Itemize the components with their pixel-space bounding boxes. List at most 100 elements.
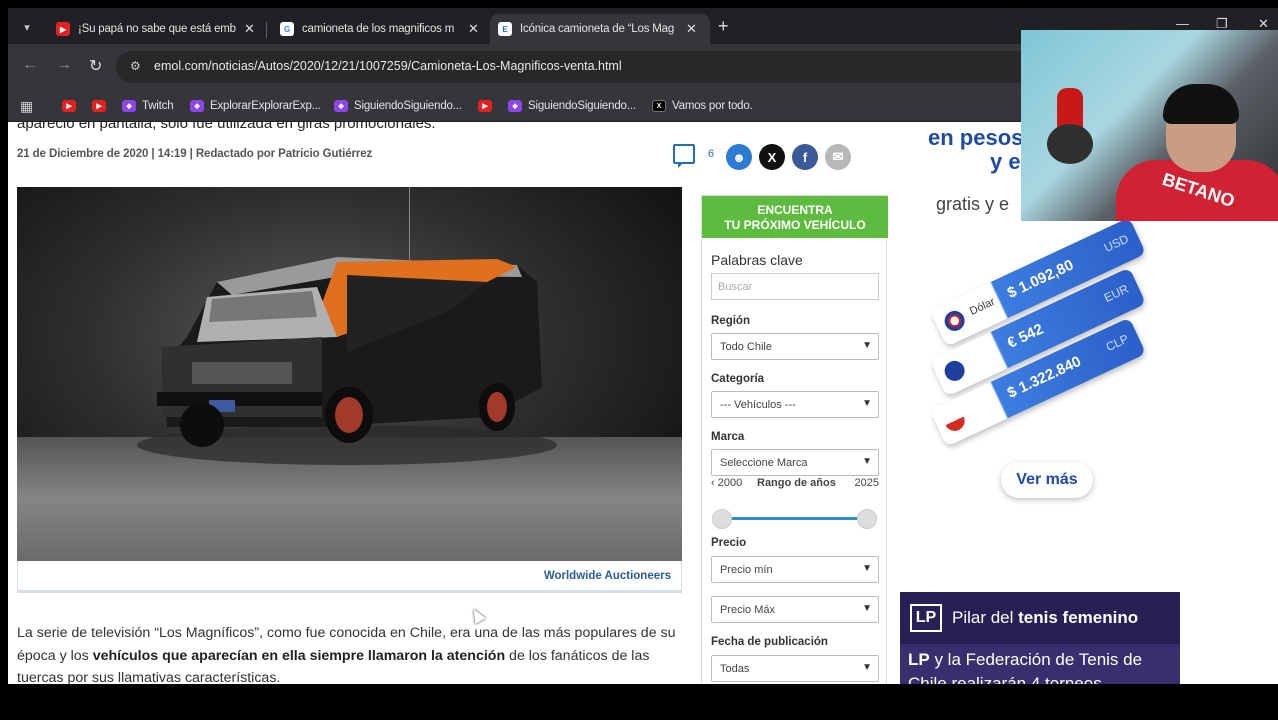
ad-lp-title-1: Pilar del bbox=[952, 608, 1019, 627]
new-tab-icon[interactable]: + bbox=[718, 16, 729, 37]
twitch-icon: ◆ bbox=[334, 100, 348, 112]
photo-credit[interactable]: Worldwide Auctioneers bbox=[544, 570, 671, 582]
price-max-select[interactable]: Precio Máx ▼ bbox=[711, 596, 879, 623]
facebook-icon[interactable]: f bbox=[792, 144, 818, 170]
ad-heading-2: y e bbox=[990, 149, 1021, 174]
url-text[interactable]: emol.com/noticias/Autos/2020/12/21/10072… bbox=[154, 59, 622, 73]
ad-lp-body-bold: LP bbox=[908, 650, 930, 669]
region-select[interactable]: Todo Chile ▼ bbox=[711, 333, 879, 360]
price-min-select[interactable]: Precio mín ▼ bbox=[711, 556, 879, 583]
keywords-label: Palabras clave bbox=[711, 252, 803, 268]
van-illustration bbox=[137, 257, 557, 465]
youtube-icon: ▶ bbox=[478, 100, 492, 112]
ad-lp-body: LP y la Federación de Tenis de Chile rea… bbox=[908, 648, 1180, 684]
card-currency: CLP bbox=[1103, 331, 1131, 355]
reload-icon[interactable]: ↻ bbox=[89, 56, 102, 76]
tab-1[interactable]: ▶ ¡Su papá no sabe que está emb ✕ bbox=[48, 14, 263, 44]
bookmark-2[interactable]: ▶ bbox=[92, 98, 112, 114]
youtube-icon: ▶ bbox=[56, 22, 70, 36]
year-from: 2000 bbox=[717, 477, 743, 489]
close-icon[interactable]: ✕ bbox=[468, 21, 479, 37]
article-meta: 21 de Diciembre de 2020 | 14:19 | Redact… bbox=[17, 148, 373, 160]
ad-lp-body-text: y la Federación de Tenis de Chile realiz… bbox=[908, 650, 1143, 684]
forward-icon[interactable]: → bbox=[56, 56, 72, 74]
category-select[interactable]: --- Vehículos --- ▼ bbox=[711, 391, 879, 418]
chevron-down-icon: ▼ bbox=[862, 340, 872, 351]
apps-icon[interactable]: ▦ bbox=[20, 98, 33, 114]
minimize-icon[interactable]: — bbox=[1176, 16, 1189, 31]
region-label: Región bbox=[711, 315, 750, 327]
price-max-value: Precio Máx bbox=[720, 604, 776, 616]
card-label: Dólar bbox=[967, 295, 997, 318]
ad-lp-title: Pilar del tenis femenino bbox=[952, 608, 1138, 628]
ad-heading-1: en pesos bbox=[928, 125, 1024, 150]
price-min-value: Precio mín bbox=[720, 564, 773, 576]
bookmark-7[interactable]: ◆ SiguiendoSiguiendo... bbox=[508, 98, 636, 114]
keyword-search-input[interactable]: Buscar bbox=[711, 273, 879, 300]
tab-search-icon[interactable]: ▾ bbox=[16, 16, 38, 38]
bookmark-4[interactable]: ◆ ExplorarExplorarExp... bbox=[190, 98, 321, 114]
photo-caption: Worldwide Auctioneers bbox=[17, 561, 682, 593]
chevron-down-icon: ▼ bbox=[862, 563, 872, 574]
tab-3-active[interactable]: E Icónica camioneta de “Los Mag ✕ bbox=[490, 14, 710, 44]
twitch-icon: ◆ bbox=[508, 100, 522, 112]
bookmark-1[interactable]: ▶ bbox=[62, 98, 82, 114]
twitch-icon: ◆ bbox=[190, 100, 204, 112]
bookmark-label: Vamos por todo. bbox=[672, 100, 753, 112]
bookmark-label: SiguiendoSiguiendo... bbox=[354, 100, 462, 112]
article-lead: apareció en pantalla, solo fue utilizada… bbox=[17, 122, 436, 132]
address-bar[interactable]: ⚙ emol.com/noticias/Autos/2020/12/21/100… bbox=[116, 51, 1116, 83]
ad-lp-title-bold: tenis femenino bbox=[1018, 608, 1139, 627]
eu-flag-icon bbox=[941, 357, 968, 385]
ad-lp[interactable]: LP Pilar del tenis femenino LP y la Fede… bbox=[900, 592, 1180, 684]
share-emol-icon[interactable]: ☻ bbox=[726, 144, 752, 170]
year-range-label: Rango de años bbox=[757, 477, 836, 489]
year-to: 2025 bbox=[854, 477, 879, 489]
email-icon[interactable]: ✉ bbox=[825, 144, 851, 170]
tab-title: camioneta de los magnificos m bbox=[302, 23, 455, 35]
card-currency: USD bbox=[1101, 231, 1131, 255]
youtube-icon: ▶ bbox=[92, 100, 106, 112]
chevron-down-icon: ▼ bbox=[862, 662, 872, 673]
ad-heading: en pesos y e bbox=[928, 126, 1023, 174]
year-range-track[interactable] bbox=[722, 517, 867, 520]
chevron-down-icon: ▼ bbox=[862, 456, 872, 467]
bookmark-8[interactable]: X Vamos por todo. bbox=[652, 98, 753, 114]
tab-title: Icónica camioneta de “Los Mag bbox=[520, 23, 675, 35]
body-text-bold: vehículos que aparecían en ella siempre … bbox=[92, 647, 506, 664]
bookmark-6[interactable]: ▶ bbox=[478, 98, 498, 114]
bookmark-label: Twitch bbox=[142, 100, 174, 112]
price-label: Precio bbox=[711, 537, 747, 549]
chevron-left-icon[interactable]: ‹ bbox=[711, 477, 715, 489]
bookmark-3[interactable]: ◆ Twitch bbox=[122, 98, 174, 114]
mic-arm bbox=[1047, 124, 1093, 164]
article-body: La serie de televisión “Los Magníficos”,… bbox=[17, 622, 687, 684]
date-select[interactable]: Todas ▼ bbox=[711, 655, 879, 682]
tab-2[interactable]: G camioneta de los magnificos m ✕ bbox=[272, 14, 487, 44]
brand-select[interactable]: Seleccione Marca ▼ bbox=[711, 449, 879, 476]
bookmark-label: SiguiendoSiguiendo... bbox=[528, 100, 636, 112]
comment-icon[interactable] bbox=[673, 144, 695, 168]
us-flag-icon bbox=[941, 307, 968, 335]
ver-mas-button[interactable]: Ver más bbox=[1001, 462, 1093, 498]
site-info-icon[interactable]: ⚙ bbox=[130, 59, 141, 73]
year-min-handle[interactable] bbox=[712, 509, 732, 529]
ad-subtitle: gratis y e bbox=[936, 194, 1010, 214]
close-icon[interactable]: ✕ bbox=[244, 21, 255, 37]
cl-flag-icon bbox=[941, 407, 968, 435]
van-photo bbox=[17, 187, 682, 561]
chevron-down-icon: ▼ bbox=[862, 603, 872, 614]
year-range-row: ‹ 2000 Rango de años 2025 bbox=[711, 477, 879, 489]
comment-count[interactable]: 6 bbox=[708, 148, 714, 160]
close-icon[interactable]: ✕ bbox=[686, 21, 697, 37]
back-icon[interactable]: ← bbox=[22, 56, 38, 74]
x-share-icon[interactable]: X bbox=[759, 144, 785, 170]
category-value: --- Vehículos --- bbox=[720, 399, 796, 411]
year-max-handle[interactable] bbox=[857, 509, 877, 529]
bookmark-label: ExplorarExplorarExp... bbox=[210, 100, 321, 112]
chevron-down-icon: ▼ bbox=[862, 398, 872, 409]
card-amount: € 542 bbox=[1004, 320, 1046, 352]
bookmark-5[interactable]: ◆ SiguiendoSiguiendo... bbox=[334, 98, 462, 114]
card-currency: EUR bbox=[1101, 281, 1131, 305]
streamer-hair bbox=[1163, 84, 1239, 124]
